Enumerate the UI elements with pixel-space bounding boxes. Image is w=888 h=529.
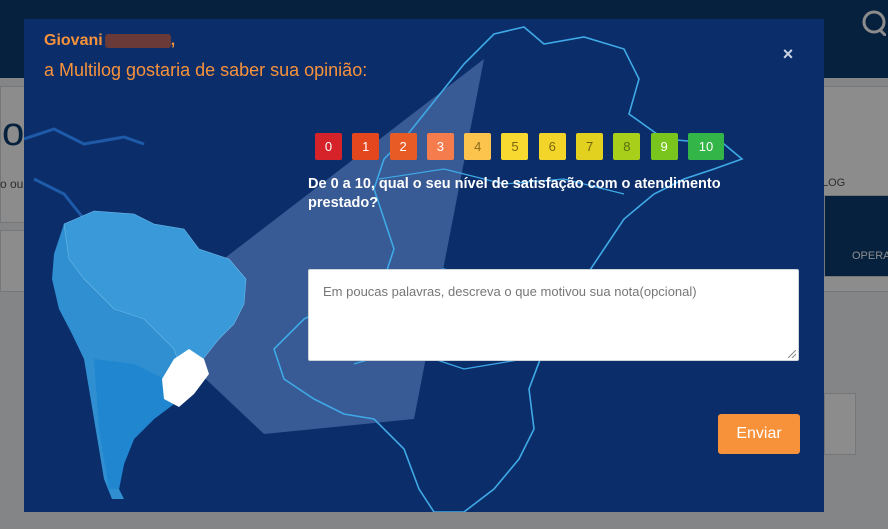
score-button-5[interactable]: 5 [501,133,529,160]
submit-button[interactable]: Enviar [718,414,800,454]
greeting-name: Giovani, [44,32,176,49]
redacted-surname [104,33,171,48]
feedback-modal: Giovani, a Multilog gostaria de saber su… [24,19,824,512]
satisfaction-question: De 0 a 10, qual o seu nível de satisfaçã… [308,176,721,211]
score-button-9[interactable]: 9 [650,133,678,160]
score-button-2[interactable]: 2 [389,133,417,160]
score-button-7[interactable]: 7 [576,133,604,160]
comment-textarea[interactable]: Em poucas palavras, descreva o que motiv… [308,269,799,361]
greeting-subtitle: a Multilog gostaria de saber sua opinião… [44,60,368,80]
score-button-3[interactable]: 3 [426,133,454,160]
score-button-1[interactable]: 1 [352,133,380,160]
map-illustration [24,26,744,512]
score-button-6[interactable]: 6 [538,133,566,160]
score-button-8[interactable]: 8 [613,133,641,160]
resize-grip-icon[interactable] [788,350,796,358]
score-button-0[interactable]: 0 [315,133,342,160]
close-button[interactable]: × [780,45,796,63]
score-button-10[interactable]: 10 [687,133,724,160]
score-scale: 0 1 2 3 4 5 6 7 8 9 10 [315,133,724,160]
comment-placeholder: Em poucas palavras, descreva o que motiv… [323,284,697,299]
score-button-4[interactable]: 4 [464,133,492,160]
